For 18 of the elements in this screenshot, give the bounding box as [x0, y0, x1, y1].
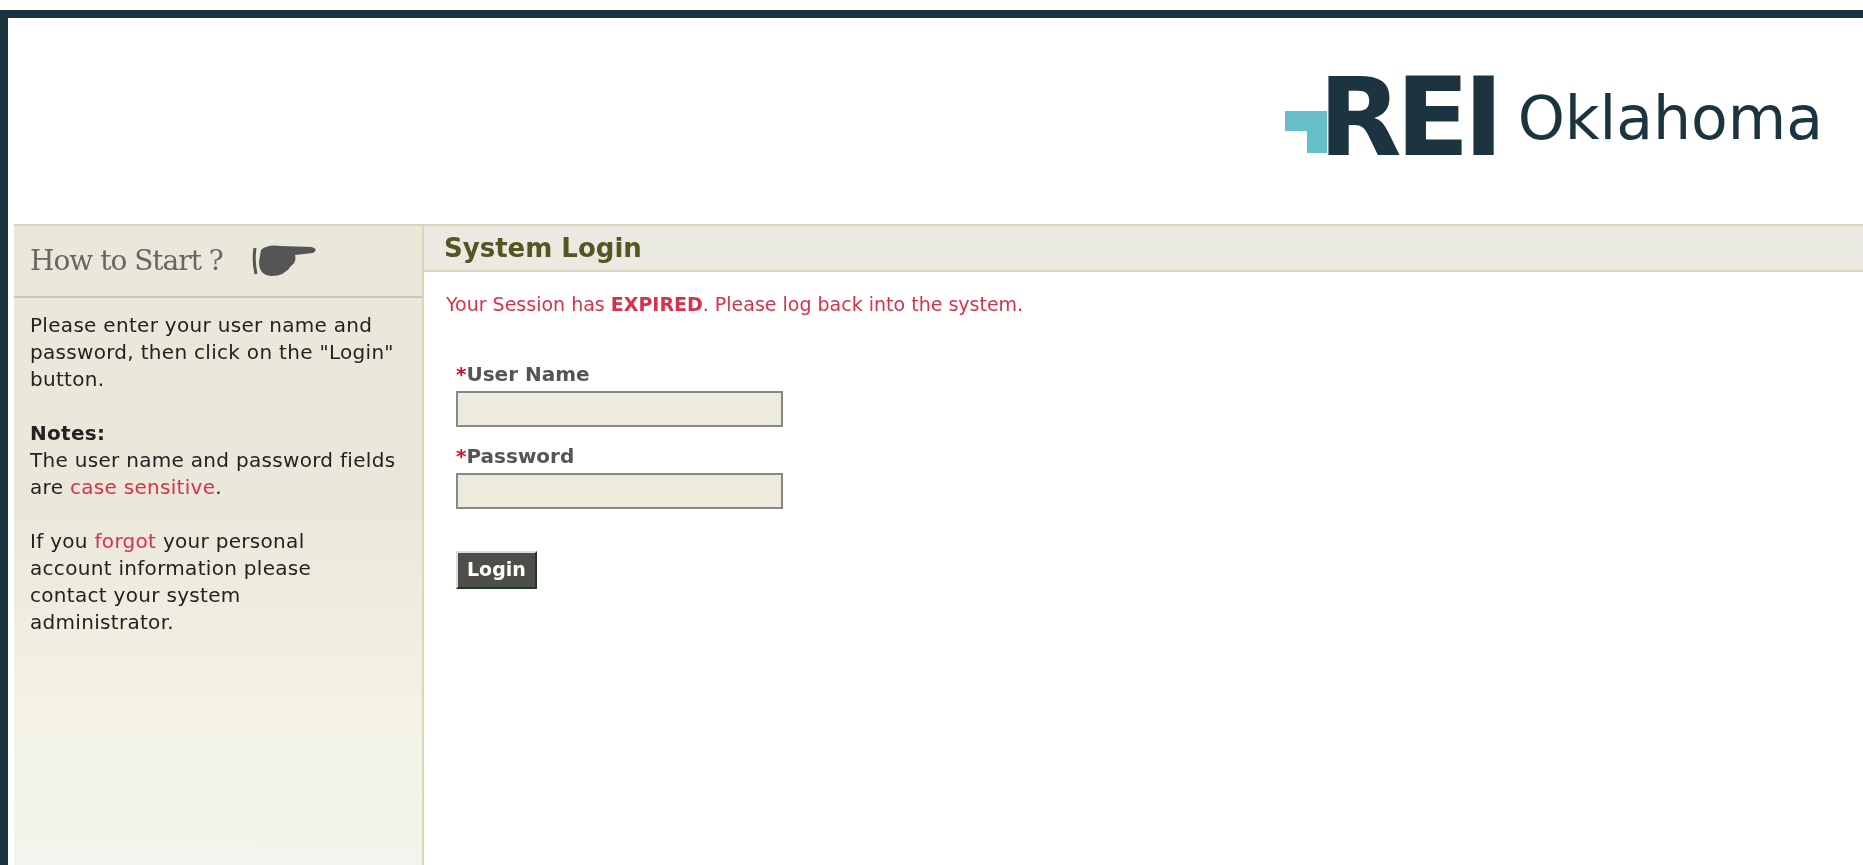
- logo-mark: REI: [1318, 64, 1498, 172]
- help-text: If you forgot your personal account information please contact your system administrator.: [30, 528, 313, 636]
- case-sensitive-link[interactable]: case sensitive: [69, 475, 216, 499]
- field-label: Password: [466, 442, 575, 470]
- forgot-link[interactable]: forgot: [94, 529, 157, 553]
- input-field[interactable]: [456, 472, 783, 509]
- notes-heading: Notes:: [30, 420, 107, 447]
- main-title: System Login: [444, 231, 642, 265]
- login-button[interactable]: Login: [456, 550, 537, 589]
- required-mark: *: [456, 360, 467, 388]
- required-mark: *: [456, 442, 467, 470]
- notes-text: The user name and password fields are case sensitive.: [30, 447, 397, 501]
- input-field[interactable]: [456, 390, 783, 427]
- logo-text: Oklahoma: [1517, 88, 1823, 148]
- sidebar-title: How to Start ?: [30, 243, 223, 279]
- session-expired-message: Your Session has EXPIRED. Please log back into the system.: [446, 292, 1025, 317]
- instructions-text: Please enter your user name and password, then click on the "Login" button.: [30, 312, 395, 393]
- field-label: User Name: [466, 360, 590, 388]
